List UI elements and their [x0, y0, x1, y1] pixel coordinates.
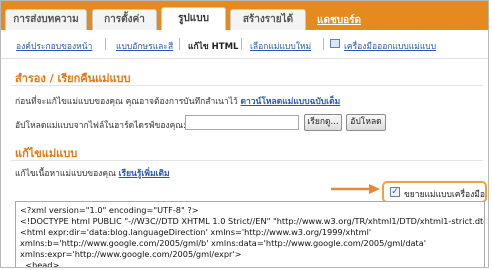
edit-instruction: แก้ไขเนื้อหาแม่แบบของคุณ เรียนรู้เพิ่มเต… — [15, 166, 170, 180]
tab-posting[interactable]: การส่งบทความ — [5, 9, 87, 30]
checkmark-icon: ✓ — [391, 187, 399, 197]
subnav-divider — [323, 38, 324, 50]
tab-layout[interactable]: รูปแบบ — [161, 7, 226, 30]
expand-widgets-checkbox[interactable]: ✓ — [390, 187, 400, 197]
layout-subnav: องค์ประกอบของหน้า แบบอักษรและสี แก้ไข HT… — [1, 30, 488, 59]
main-tab-bar: การส่งบทความ การตั้งค่า รูปแบบ สร้างรายไ… — [1, 1, 488, 30]
code-line: <head> — [20, 260, 60, 268]
download-template-link[interactable]: ดาวน์โหลดแม่แบบฉบับเต็ม — [240, 97, 340, 107]
browse-button[interactable]: เรียกดู... — [304, 114, 342, 131]
external-window-icon — [330, 39, 340, 48]
code-line: xmlns:b='http://www.google.com/2005/gml/… — [20, 238, 427, 248]
upload-label: อัปโหลดแม่แบบจากไฟล์ในฮาร์ดไดรฟ์ของคุณ: — [15, 121, 187, 131]
code-line: xmlns:expr='http://www.google.com/2005/g… — [20, 249, 242, 259]
orange-arrow-icon — [331, 184, 380, 194]
backup-instruction: ก่อนที่จะแก้ไขแม่แบบของคุณ คุณอาจต้องการ… — [15, 94, 340, 108]
subnav-edit-html[interactable]: แก้ไข HTML — [188, 39, 238, 53]
subnav-pick-new-template[interactable]: เลือกแม่แบบใหม่ — [250, 39, 311, 53]
code-line: <!DOCTYPE html PUBLIC "-//W3C//DTD XHTML… — [20, 216, 485, 226]
template-code-editor[interactable]: <?xml version="1.0" encoding="UTF-8" ?> … — [15, 201, 485, 268]
tab-monetize[interactable]: สร้างรายได้ — [230, 9, 306, 30]
code-line: <?xml version="1.0" encoding="UTF-8" ?> — [20, 205, 199, 215]
subnav-template-designer[interactable]: เครื่องมือออกแบบแม่แบบ — [344, 39, 436, 53]
subnav-divider — [179, 38, 180, 50]
edit-instruction-text: แก้ไขเนื้อหาแม่แบบของคุณ — [15, 169, 116, 179]
code-line: <html expr:dir='data:blog.languageDirect… — [20, 227, 372, 237]
upload-file-field[interactable] — [185, 115, 299, 130]
section-divider — [11, 160, 483, 161]
section-divider — [11, 85, 483, 86]
expand-widgets-highlight: ✓ ขยายแม่แบบเครื่องมือ — [382, 181, 487, 203]
subnav-divider — [241, 38, 242, 50]
expand-widgets-label[interactable]: ขยายแม่แบบเครื่องมือ — [404, 187, 485, 201]
dashboard-link[interactable]: แดชบอร์ด — [317, 13, 361, 28]
layout-editor-window: การส่งบทความ การตั้งค่า รูปแบบ สร้างรายไ… — [0, 0, 489, 268]
subnav-divider — [105, 38, 106, 50]
tab-settings[interactable]: การตั้งค่า — [92, 9, 157, 30]
learn-more-link[interactable]: เรียนรู้เพิ่มเติม — [119, 169, 170, 179]
subnav-page-elements[interactable]: องค์ประกอบของหน้า — [16, 39, 92, 53]
subnav-fonts-colors[interactable]: แบบอักษรและสี — [116, 39, 173, 53]
upload-button[interactable]: อัปโหลด — [346, 114, 386, 131]
backup-instruction-text: ก่อนที่จะแก้ไขแม่แบบของคุณ คุณอาจต้องการ… — [15, 97, 238, 107]
